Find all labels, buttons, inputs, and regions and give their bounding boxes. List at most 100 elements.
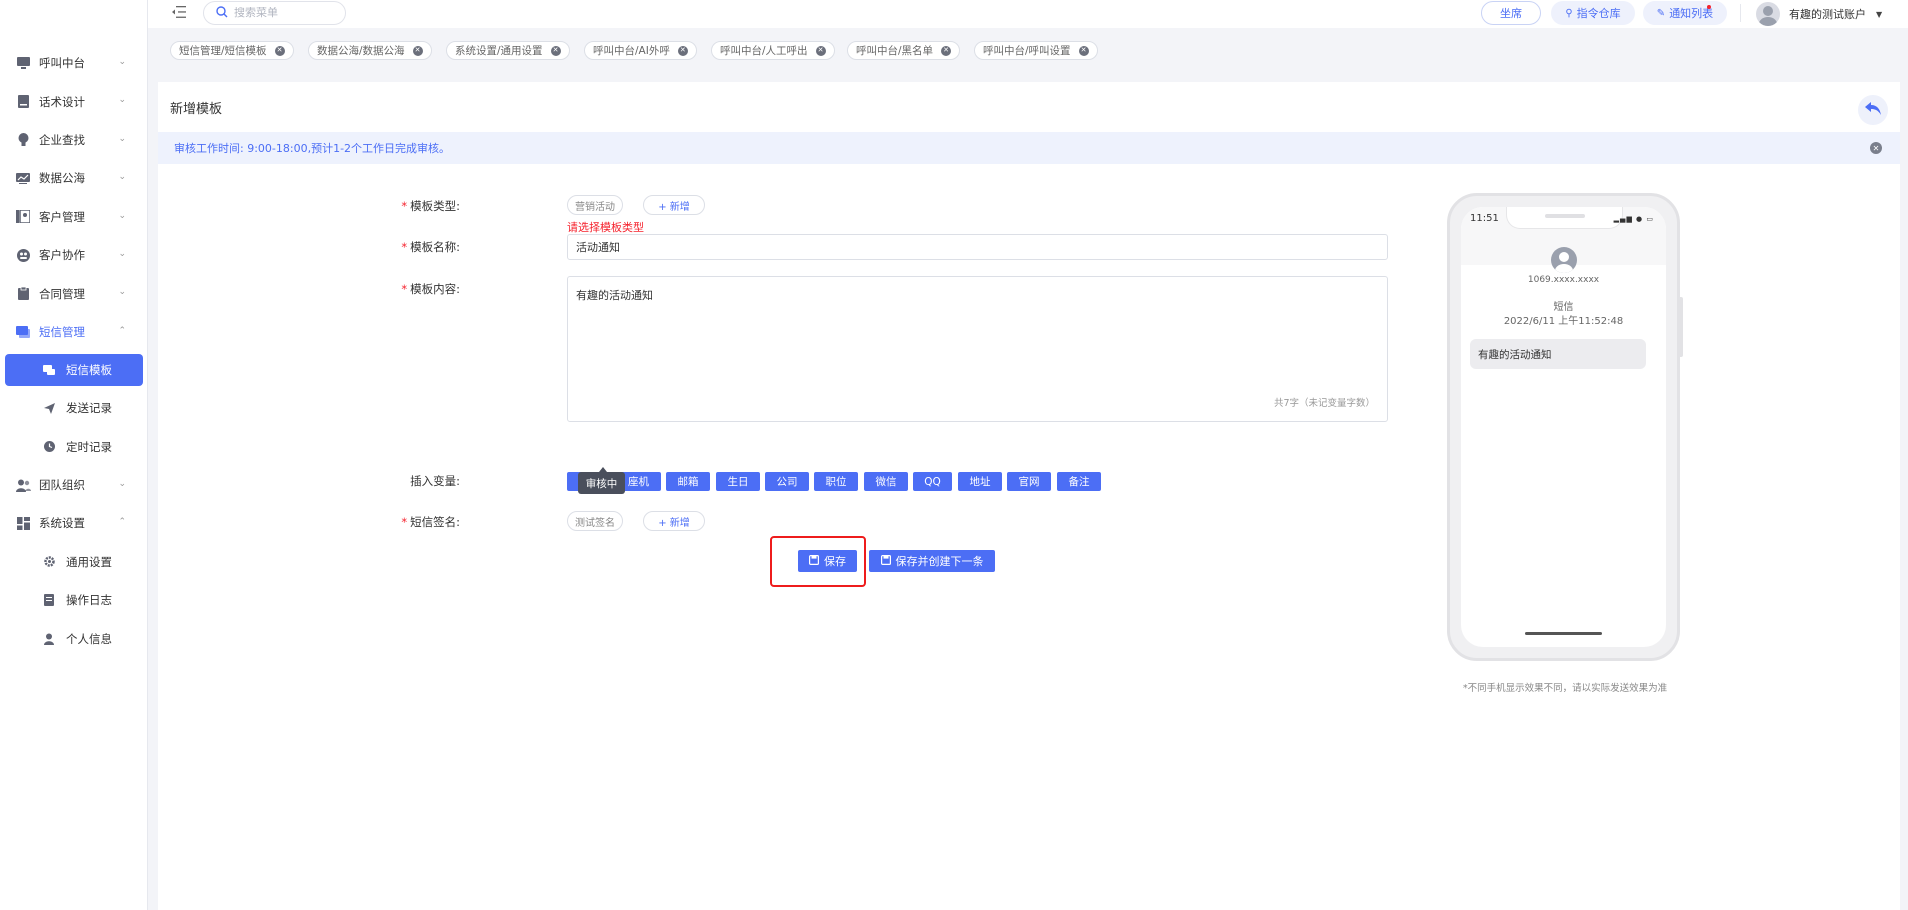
sidebar-item-label: 通用设置 bbox=[66, 554, 112, 569]
phone-side-button bbox=[1680, 297, 1683, 357]
var-label: 邮箱 bbox=[677, 476, 699, 488]
clipboard-icon bbox=[15, 286, 31, 302]
sign-label-text: 短信签名: bbox=[410, 515, 460, 529]
sidebar: 呼叫中台 ⌄ 话术设计 ⌄ 企业查找 ⌄ 数据公海 ⌄ 客户管理 ⌄ 客户协作 … bbox=[0, 0, 148, 910]
add-type-button[interactable]: + 新增 bbox=[643, 195, 705, 215]
sidebar-item-operation-log[interactable]: 操作日志 bbox=[0, 581, 148, 619]
menu-search[interactable] bbox=[203, 1, 346, 25]
sidebar-item-call-center[interactable]: 呼叫中台 ⌄ bbox=[0, 44, 148, 82]
sidebar-item-label: 客户协作 bbox=[39, 248, 85, 263]
sidebar-item-system-settings[interactable]: 系统设置 ⌃ bbox=[0, 504, 148, 542]
close-icon[interactable]: ✕ bbox=[1870, 142, 1882, 154]
user-menu[interactable]: 有趣的测试账户 ▼ bbox=[1756, 0, 1882, 28]
sidebar-item-customer-collab[interactable]: 客户协作 ⌄ bbox=[0, 236, 148, 274]
unread-dot bbox=[1707, 5, 1711, 9]
sidebar-item-label: 合同管理 bbox=[39, 286, 85, 301]
message-date: 2022/6/11 上午11:52:48 bbox=[1503, 316, 1624, 327]
sidebar-item-script-design[interactable]: 话术设计 ⌄ bbox=[0, 82, 148, 120]
close-icon[interactable]: ✕ bbox=[550, 45, 561, 56]
tab-tag-label: 数据公海/数据公海 bbox=[317, 45, 405, 57]
menu-fold-icon[interactable] bbox=[172, 6, 186, 20]
type-chip[interactable]: 营销活动 bbox=[567, 195, 623, 215]
back-button[interactable] bbox=[1858, 95, 1888, 125]
sidebar-item-customer-mgmt[interactable]: 客户管理 ⌄ bbox=[0, 198, 148, 236]
phone-time: 11:51 bbox=[1470, 213, 1499, 224]
save-and-next-button[interactable]: 保存并创建下一条 bbox=[869, 550, 995, 572]
required-mark: * bbox=[401, 515, 408, 529]
add-sign-button[interactable]: + 新增 bbox=[643, 511, 705, 531]
sign-chip[interactable]: 测试签名 bbox=[567, 511, 623, 531]
chevron-down-icon: ⌄ bbox=[118, 248, 126, 259]
required-mark: * bbox=[401, 240, 408, 254]
chevron-down-icon: ⌄ bbox=[118, 133, 126, 144]
close-icon[interactable]: ✕ bbox=[274, 45, 285, 56]
var-button-email[interactable]: 邮箱 bbox=[666, 472, 710, 491]
monitor-icon bbox=[15, 55, 31, 71]
var-label: 微信 bbox=[875, 476, 897, 488]
close-icon[interactable]: ✕ bbox=[815, 45, 826, 56]
tab-tag-label: 呼叫中台/呼叫设置 bbox=[983, 45, 1071, 57]
add-sign-label: + 新增 bbox=[658, 517, 690, 529]
tab-tag[interactable]: 呼叫中台/呼叫设置 ✕ bbox=[974, 41, 1098, 60]
seat-button[interactable]: 坐席 bbox=[1481, 1, 1541, 25]
sidebar-item-send-records[interactable]: 发送记录 bbox=[0, 389, 148, 427]
notice-text: 审核工作时间: 9:00-18:00,预计1-2个工作日完成审核。 bbox=[174, 142, 451, 155]
var-button-wechat[interactable]: 微信 bbox=[864, 472, 908, 491]
search-input[interactable] bbox=[234, 7, 334, 19]
tab-tags-bar: 短信管理/短信模板 ✕ 数据公海/数据公海 ✕ 系统设置/通用设置 ✕ 呼叫中台/AI… bbox=[148, 28, 1908, 68]
tab-tag-label: 呼叫中台/AI外呼 bbox=[593, 45, 670, 57]
tab-tag-label: 系统设置/通用设置 bbox=[455, 45, 543, 57]
notify-list-button[interactable]: ✎ 通知列表 bbox=[1643, 1, 1727, 25]
var-label: 插入变量: bbox=[350, 473, 460, 489]
sidebar-item-team-org[interactable]: 团队组织 ⌄ bbox=[0, 466, 148, 504]
tab-tag[interactable]: 呼叫中台/AI外呼 ✕ bbox=[584, 41, 697, 60]
sidebar-item-label: 企业查找 bbox=[39, 132, 85, 147]
var-button-company[interactable]: 公司 bbox=[765, 472, 809, 491]
page-title: 新增模板 bbox=[170, 102, 223, 117]
close-icon[interactable]: ✕ bbox=[677, 45, 688, 56]
var-button-website[interactable]: 官网 bbox=[1007, 472, 1051, 491]
log-icon bbox=[42, 593, 56, 607]
tab-tag[interactable]: 呼叫中台/人工呼出 ✕ bbox=[711, 41, 835, 60]
seat-label: 坐席 bbox=[1500, 7, 1522, 20]
close-icon[interactable]: ✕ bbox=[1078, 45, 1089, 56]
avatar bbox=[1756, 2, 1780, 26]
tab-tag[interactable]: 数据公海/数据公海 ✕ bbox=[308, 41, 432, 60]
required-mark: * bbox=[401, 199, 408, 213]
var-button-birthday[interactable]: 生日 bbox=[716, 472, 760, 491]
close-icon[interactable]: ✕ bbox=[941, 45, 952, 56]
sender-type: 短信 bbox=[1553, 302, 1574, 313]
chevron-down-icon: ⌄ bbox=[118, 95, 126, 106]
sidebar-item-label: 团队组织 bbox=[39, 478, 85, 493]
pin-icon: ⚲ bbox=[1565, 7, 1573, 19]
sidebar-item-general-settings[interactable]: 通用设置 bbox=[0, 543, 148, 581]
required-mark: * bbox=[401, 282, 408, 296]
sidebar-item-sms-template[interactable]: 短信模板 bbox=[5, 354, 143, 387]
message-bubble: 有趣的活动通知 bbox=[1470, 339, 1646, 369]
var-button-address[interactable]: 地址 bbox=[958, 472, 1002, 491]
close-icon[interactable]: ✕ bbox=[412, 45, 423, 56]
template-content-textarea[interactable]: 有趣的活动通知 共7字（未记变量字数） bbox=[567, 276, 1388, 422]
sidebar-item-label: 话术设计 bbox=[39, 94, 85, 109]
sidebar-item-sms-mgmt[interactable]: 短信管理 ⌃ bbox=[0, 313, 148, 351]
chevron-down-icon: ⌄ bbox=[118, 478, 126, 489]
tab-tag[interactable]: 短信管理/短信模板 ✕ bbox=[170, 41, 294, 60]
sidebar-item-label: 操作日志 bbox=[66, 593, 112, 608]
var-button-remark[interactable]: 备注 bbox=[1057, 472, 1101, 491]
template-name-input[interactable]: 活动通知 bbox=[567, 234, 1388, 260]
tab-tag[interactable]: 系统设置/通用设置 ✕ bbox=[446, 41, 570, 60]
var-label: 座机 bbox=[628, 476, 649, 488]
phone-preview: 11:51 ▂▄▆ ● ▭ 1069.xxxx.xxxx 短信 2022/6/1… bbox=[1447, 193, 1680, 661]
template-content-value: 有趣的活动通知 bbox=[576, 289, 653, 302]
sidebar-item-company-search[interactable]: 企业查找 ⌄ bbox=[0, 121, 148, 159]
sidebar-item-label: 数据公海 bbox=[39, 171, 85, 186]
sidebar-item-profile[interactable]: 个人信息 bbox=[0, 619, 148, 657]
sidebar-item-timed-records[interactable]: 定时记录 bbox=[0, 428, 148, 466]
var-button-qq[interactable]: QQ bbox=[913, 472, 952, 491]
contacts-icon bbox=[15, 209, 31, 225]
command-repo-button[interactable]: ⚲ 指令仓库 bbox=[1551, 1, 1635, 25]
var-button-position[interactable]: 职位 bbox=[814, 472, 858, 491]
sidebar-item-data-pool[interactable]: 数据公海 ⌄ bbox=[0, 159, 148, 197]
tab-tag[interactable]: 呼叫中台/黑名单 ✕ bbox=[847, 41, 961, 60]
sidebar-item-contract-mgmt[interactable]: 合同管理 ⌄ bbox=[0, 274, 148, 312]
